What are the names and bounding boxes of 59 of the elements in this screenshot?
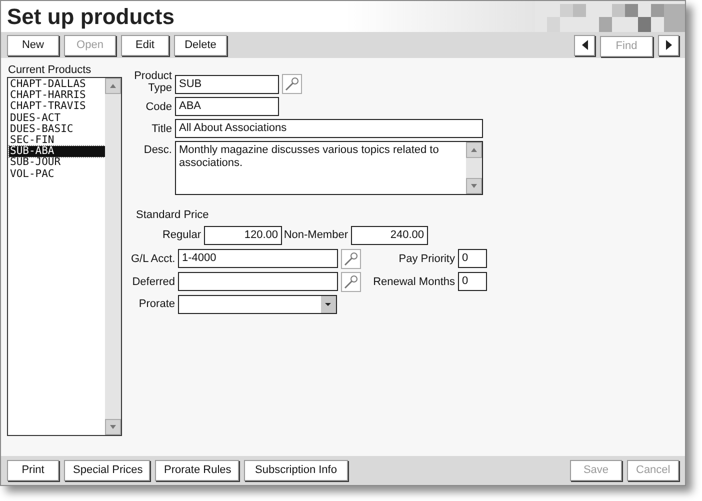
toolbar-button[interactable]: Print [7, 460, 59, 481]
magnifier-icon [344, 252, 358, 266]
list-item[interactable]: SUB-ABA [9, 146, 105, 158]
field-label: Regular [161, 229, 202, 241]
input-field[interactable]: 120.00 [204, 226, 282, 244]
scrollbar[interactable] [466, 142, 482, 194]
left-arrow-icon [582, 40, 588, 50]
toolbar-button[interactable]: Prorate Rules [155, 460, 239, 481]
field-label: Renewal Months [372, 276, 456, 288]
field-label: Title [150, 122, 173, 134]
field-label: Desc. [142, 143, 173, 156]
input-field[interactable]: ABA [175, 97, 279, 116]
toolbar-button[interactable]: Special Prices [64, 460, 150, 481]
magnifier-icon [344, 274, 358, 288]
scroll-up-icon [466, 142, 482, 158]
input-field[interactable]: All About Associations [175, 119, 483, 138]
list-item[interactable]: VOL-PAC [9, 168, 105, 180]
scroll-down-icon [105, 419, 121, 435]
toolbar-button[interactable]: Delete [174, 34, 227, 56]
lookup-button[interactable] [282, 74, 302, 94]
input-field[interactable]: 0 [458, 272, 487, 291]
list-item[interactable]: DUES-BASIC [9, 124, 105, 136]
toolbar-button[interactable]: Subscription Info [244, 460, 348, 481]
input-field[interactable]: SUB [175, 75, 279, 94]
toolbar-button[interactable]: Edit [121, 34, 169, 56]
list-item[interactable]: CHAPT-HARRIS [9, 90, 105, 102]
scroll-down-icon [466, 178, 482, 194]
page-title: Set up products [7, 6, 174, 28]
field-label: Product Type [133, 70, 173, 94]
dropdown[interactable] [178, 294, 337, 314]
lookup-button[interactable] [341, 248, 361, 268]
list-label: Current Products [7, 64, 92, 77]
input-field[interactable] [178, 272, 338, 291]
lookup-button[interactable] [341, 272, 361, 292]
scrollbar[interactable] [105, 78, 121, 435]
previous-button[interactable] [574, 34, 595, 56]
next-button[interactable] [658, 34, 679, 56]
list-item[interactable]: CHAPT-DALLAS [9, 79, 105, 90]
input-field[interactable]: 240.00 [351, 226, 428, 244]
field-label: G/L Acct. [131, 252, 176, 264]
magnifier-icon [285, 77, 299, 91]
field-label: Deferred [131, 276, 176, 288]
input-field[interactable]: 1-4000 [178, 249, 338, 268]
field-label: Prorate [138, 298, 176, 310]
scroll-up-icon [105, 78, 121, 94]
field-label: Code [144, 100, 173, 112]
field-label: Non-Member [282, 229, 349, 241]
input-field[interactable]: 0 [458, 249, 487, 268]
right-arrow-icon [666, 40, 672, 50]
text-area[interactable]: Monthly magazine discusses various topics related to associations. [175, 141, 483, 195]
section-label: Standard Price [136, 208, 209, 223]
list-item[interactable]: CHAPT-TRAVIS [9, 101, 105, 113]
field-label: Pay Priority [398, 252, 456, 264]
product-list[interactable]: CHAPT-DALLAS CHAPT-HARRIS CHAPT-TRAVIS DUES-ACT DUES-BASIC SEC-FIN SUB-ABA SUB-JOUR VOL-PAC [7, 77, 122, 436]
text-area-content: Monthly magazine discusses various topics related to associations. [178, 143, 440, 171]
list-item[interactable]: DUES-ACT [9, 112, 105, 124]
toolbar-button[interactable]: New [7, 34, 59, 56]
list-item[interactable]: SEC-FIN [9, 135, 105, 146]
list-item[interactable]: SUB-JOUR [9, 157, 105, 169]
